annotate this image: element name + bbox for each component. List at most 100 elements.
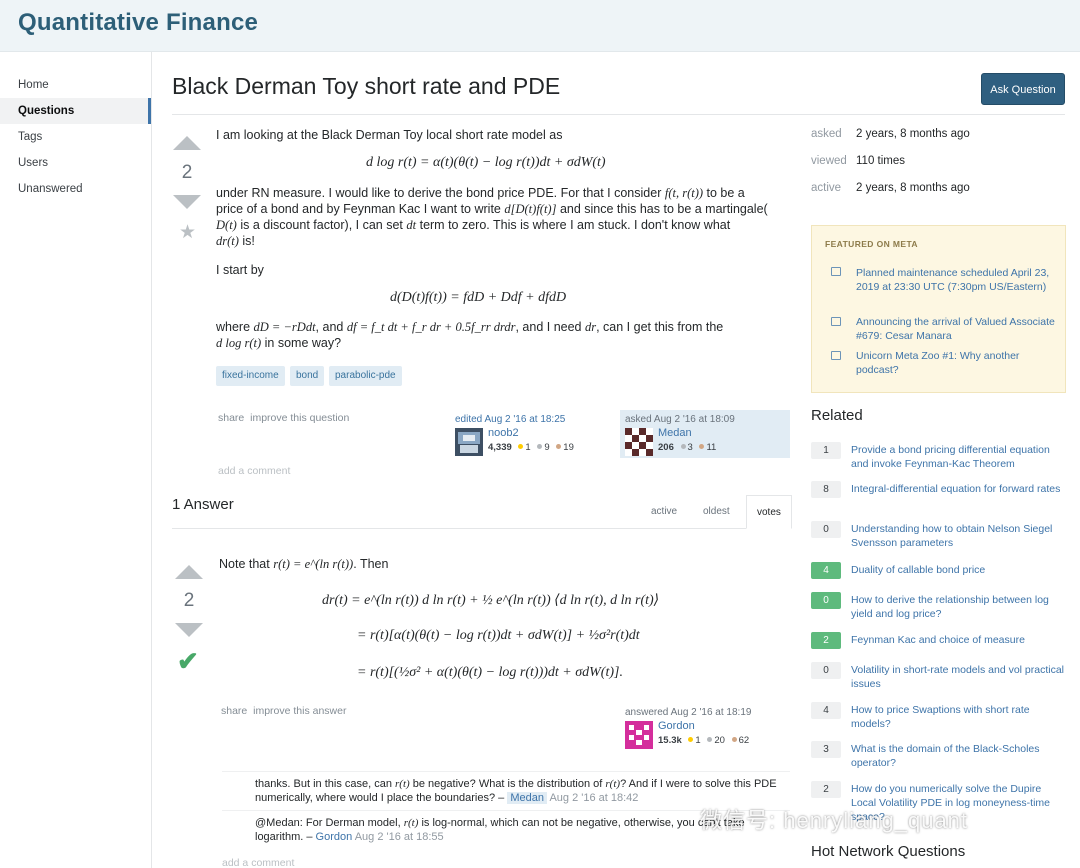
related-score[interactable]: 0 xyxy=(811,662,841,679)
bronze-badge-icon xyxy=(731,737,737,743)
featured-item[interactable]: Unicorn Meta Zoo #1: Why another podcast… xyxy=(856,349,1056,377)
related-score[interactable]: 0 xyxy=(811,592,841,609)
share-link[interactable]: share xyxy=(221,705,247,717)
question-text-line: price of a bond and by Feynman Kac I wan… xyxy=(216,202,768,216)
featured-item[interactable]: Announcing the arrival of Valued Associa… xyxy=(856,315,1056,343)
avatar-noob2[interactable] xyxy=(455,428,483,456)
nav-item-home[interactable]: Home xyxy=(0,72,151,98)
editor-reputation: 4,339 1 9 19 xyxy=(488,442,574,453)
edited-timestamp[interactable]: edited Aug 2 '16 at 18:25 xyxy=(455,414,615,425)
related-question-link[interactable]: Provide a bond pricing differential equa… xyxy=(851,443,1065,471)
improve-answer-link[interactable]: improve this answer xyxy=(253,705,346,717)
editor-username[interactable]: noob2 xyxy=(488,427,519,439)
bronze-badge-icon xyxy=(556,444,562,450)
equation-ito-expansion: dr(t) = e^(ln r(t)) d ln r(t) + ½ e^(ln … xyxy=(322,593,660,608)
answer-text-line: Note that r(t) = e^(ln r(t)). Then xyxy=(219,557,389,571)
question-vote-count: 2 xyxy=(181,162,193,183)
share-link[interactable]: share xyxy=(218,412,244,424)
wechat-watermark: 微信号: henryliang_quant xyxy=(700,808,969,833)
meta-active-label: active xyxy=(811,182,842,194)
answerer-username[interactable]: Gordon xyxy=(658,720,695,732)
comment-user[interactable]: Medan xyxy=(507,792,547,804)
accepted-check-icon: ✔ xyxy=(177,646,199,676)
gold-badge-icon xyxy=(518,444,524,450)
tab-votes[interactable]: votes xyxy=(746,495,792,529)
related-question-link[interactable]: Understanding how to obtain Nelson Siege… xyxy=(851,522,1065,550)
equation-bdt-model: d log r(t) = α(t)(θ(t) − log r(t))dt + σ… xyxy=(366,155,606,170)
avatar-medan[interactable] xyxy=(625,428,653,456)
related-score[interactable]: 4 xyxy=(811,562,841,579)
nav-item-users[interactable]: Users xyxy=(0,150,151,176)
nav-item-tags[interactable]: Tags xyxy=(0,124,151,150)
gold-badge-icon xyxy=(688,737,694,743)
answers-count: 1 Answer xyxy=(172,496,234,513)
question-title[interactable]: Black Derman Toy short rate and PDE xyxy=(172,73,560,100)
tab-active[interactable]: active xyxy=(641,495,687,529)
related-score[interactable]: 2 xyxy=(811,781,841,798)
related-question-link[interactable]: How to price Swaptions with short rate m… xyxy=(851,703,1065,731)
nav-item-unanswered[interactable]: Unanswered xyxy=(0,176,151,202)
question-text-line: d log r(t) in some way? xyxy=(216,336,342,350)
tag-bond[interactable]: bond xyxy=(290,366,325,386)
comment-date[interactable]: Aug 2 '16 at 18:55 xyxy=(355,831,444,843)
improve-question-link[interactable]: improve this question xyxy=(250,412,349,424)
asked-timestamp[interactable]: asked Aug 2 '16 at 18:09 xyxy=(625,414,785,425)
related-score[interactable]: 3 xyxy=(811,741,841,758)
related-score[interactable]: 4 xyxy=(811,702,841,719)
related-question-link[interactable]: Integral-differential equation for forwa… xyxy=(851,482,1065,496)
answered-timestamp[interactable]: answered Aug 2 '16 at 18:19 xyxy=(625,707,785,718)
related-heading: Related xyxy=(811,407,863,424)
featured-on-meta: FEATURED ON META Planned maintenance sch… xyxy=(811,225,1066,393)
title-divider xyxy=(172,114,1065,115)
tab-oldest[interactable]: oldest xyxy=(693,495,740,529)
ask-question-button[interactable]: Ask Question xyxy=(981,73,1065,105)
asker-signature: asked Aug 2 '16 at 18:09 Medan 206 3 11 xyxy=(620,410,790,458)
tag-fixed-income[interactable]: fixed-income xyxy=(216,366,285,386)
related-question-link[interactable]: What is the domain of the Black-Scholes … xyxy=(851,742,1065,770)
avatar-gordon[interactable] xyxy=(625,721,653,749)
meta-post-icon xyxy=(831,267,841,276)
tag-parabolic-pde[interactable]: parabolic-pde xyxy=(329,366,402,386)
related-question-link[interactable]: Feynman Kac and choice of measure xyxy=(851,633,1065,647)
related-question-link[interactable]: Duality of callable bond price xyxy=(851,563,1065,577)
question-upvote-icon[interactable] xyxy=(173,136,201,150)
answer-upvote-icon[interactable] xyxy=(175,565,203,579)
favorite-star-icon[interactable]: ★ xyxy=(179,221,196,244)
question-text-line: I am looking at the Black Derman Toy loc… xyxy=(216,128,563,142)
answer-downvote-icon[interactable] xyxy=(175,623,203,637)
meta-viewed-label: viewed xyxy=(811,155,847,167)
related-score[interactable]: 8 xyxy=(811,481,841,498)
meta-post-icon xyxy=(831,317,841,326)
related-question-link[interactable]: How to derive the relationship between l… xyxy=(851,593,1065,621)
question-post-menu: share improve this question xyxy=(218,412,349,424)
equation-dr-result: = r(t)[(½σ² + α(t)(θ(t) − log r(t)))dt +… xyxy=(357,665,623,680)
nav-item-questions[interactable]: Questions xyxy=(0,98,151,124)
meta-active-value[interactable]: 2 years, 8 months ago xyxy=(856,182,970,194)
comment-date[interactable]: Aug 2 '16 at 18:42 xyxy=(549,792,638,804)
comment-user[interactable]: Gordon xyxy=(316,831,353,843)
answer-add-comment-link[interactable]: add a comment xyxy=(222,857,294,868)
meta-post-icon xyxy=(831,351,841,360)
featured-item[interactable]: Planned maintenance scheduled April 23, … xyxy=(856,266,1056,294)
editor-signature: edited Aug 2 '16 at 18:25 noob2 4,339 1 … xyxy=(450,410,620,458)
question-text-line: under RN measure. I would like to derive… xyxy=(216,186,745,200)
related-score[interactable]: 1 xyxy=(811,442,841,459)
left-nav: Home Questions Tags Users Unanswered xyxy=(0,52,152,868)
equation-substitution: = r(t)[α(t)(θ(t) − log r(t))dt + σdW(t)]… xyxy=(357,628,640,643)
answer-vote-count: 2 xyxy=(183,590,195,611)
question-text-line: D(t) is a discount factor), I can set dt… xyxy=(216,218,731,232)
answer-post-menu: share improve this answer xyxy=(221,705,346,717)
meta-asked-value: 2 years, 8 months ago xyxy=(856,128,970,140)
answerer-reputation: 15.3k 1 20 62 xyxy=(658,735,750,746)
bronze-badge-icon xyxy=(699,444,705,450)
meta-asked-label: asked xyxy=(811,128,842,140)
question-downvote-icon[interactable] xyxy=(173,195,201,209)
answerer-signature: answered Aug 2 '16 at 18:19 Gordon 15.3k… xyxy=(620,703,790,751)
silver-badge-icon xyxy=(707,737,713,743)
related-score[interactable]: 2 xyxy=(811,632,841,649)
site-title[interactable]: Quantitative Finance xyxy=(18,9,258,37)
asker-username[interactable]: Medan xyxy=(658,427,692,439)
related-question-link[interactable]: Volatility in short-rate models and vol … xyxy=(851,663,1065,691)
related-score[interactable]: 0 xyxy=(811,521,841,538)
question-add-comment-link[interactable]: add a comment xyxy=(218,465,290,477)
